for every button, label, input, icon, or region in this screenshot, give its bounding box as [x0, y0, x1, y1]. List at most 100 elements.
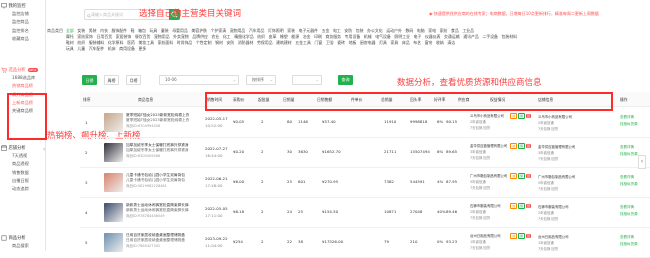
- category-item[interactable]: 照明工业: [394, 34, 410, 39]
- sidebar-head-goods[interactable]: 商品分析: [1, 234, 45, 242]
- category-item[interactable]: 品牌供应: [192, 34, 208, 39]
- category-item[interactable]: 纺织: [257, 34, 265, 39]
- category-item[interactable]: 玩具: [66, 46, 74, 51]
- category-item[interactable]: 劳保用品: [257, 40, 273, 45]
- category-item[interactable]: 商用设备: [119, 46, 135, 51]
- category-item[interactable]: 宠物用品: [154, 34, 170, 39]
- extra-select[interactable]: ⌄: [292, 75, 322, 85]
- view-detail-link[interactable]: 查看详情: [620, 175, 634, 180]
- category-item[interactable]: 时尚饰品: [177, 40, 193, 45]
- category-item[interactable]: 机床: [108, 46, 116, 51]
- date-select[interactable]: 10-06 ⌄: [159, 75, 239, 85]
- category-item[interactable]: 纺织: [77, 40, 85, 45]
- product-image[interactable]: [104, 113, 123, 132]
- category-item[interactable]: 更多: [138, 46, 146, 51]
- tab-daily[interactable]: 日榜: [82, 75, 97, 85]
- category-item[interactable]: 精细化学品: [234, 34, 253, 39]
- category-item[interactable]: 数码: [405, 28, 413, 33]
- sidebar-item-sales-data[interactable]: 销售数据: [1, 169, 45, 177]
- category-item[interactable]: 宠物用品: [230, 28, 246, 33]
- category-item[interactable]: 摩托: [66, 34, 74, 39]
- category-item[interactable]: 女装: [77, 28, 85, 33]
- category-item[interactable]: 灯具: [379, 40, 387, 45]
- category-item[interactable]: 电子: [414, 34, 422, 39]
- category-item[interactable]: 个性定制: [196, 40, 212, 45]
- category-item[interactable]: 家纺: [440, 28, 448, 33]
- supplier-name[interactable]: 金华供应链管理有限公司: [470, 143, 507, 148]
- view-detail-link[interactable]: 查看详情: [620, 145, 634, 150]
- chevron-left-icon[interactable]: ‹: [638, 155, 646, 169]
- category-item[interactable]: 家电: [428, 28, 436, 33]
- tab-monthly[interactable]: 月榜: [126, 75, 141, 85]
- category-item[interactable]: 家装: [287, 28, 295, 33]
- category-item[interactable]: 商务服务: [326, 34, 342, 39]
- sort-select[interactable]: 按排序 ⌄: [246, 75, 276, 85]
- category-item[interactable]: 仪器仪表: [425, 34, 441, 39]
- category-item[interactable]: 工业品: [462, 28, 474, 33]
- category-item[interactable]: 办公文化: [367, 28, 383, 33]
- category-item[interactable]: 男装: [89, 28, 97, 33]
- category-item[interactable]: 包装: [356, 28, 364, 33]
- category-item[interactable]: 美妆工具: [138, 40, 154, 45]
- shop-name[interactable]: 石狮市服装有限公司: [538, 204, 569, 209]
- view-detail-link[interactable]: 查看详情: [620, 205, 634, 210]
- category-item[interactable]: 专用设备: [345, 34, 361, 39]
- category-item[interactable]: 二手设备: [482, 34, 498, 39]
- shop-name[interactable]: 台州日用品有限公司: [538, 234, 569, 239]
- category-item[interactable]: 美容护肤: [191, 28, 207, 33]
- category-item[interactable]: 通讯产品: [463, 34, 479, 39]
- category-item[interactable]: 五金工具: [295, 40, 311, 45]
- sidebar-item-monitor-goods[interactable]: 监控商品: [1, 18, 45, 26]
- category-item[interactable]: 家纺面料: [158, 40, 174, 45]
- category-item[interactable]: 母婴用品: [172, 28, 188, 33]
- category-item[interactable]: 卫浴: [326, 40, 334, 45]
- category-item[interactable]: 箱包: [138, 28, 146, 33]
- category-item[interactable]: 消防器材: [238, 40, 254, 45]
- category-item[interactable]: 清洁: [447, 40, 455, 45]
- find-similar-link[interactable]: 找相似货源: [620, 152, 638, 157]
- find-similar-link[interactable]: 找相似货源: [620, 242, 638, 247]
- view-detail-link[interactable]: 查看详情: [620, 235, 634, 240]
- table-row[interactable]: 2 加厚加绒冬季女士保暖打底裤外穿紧身 加厚加绒冬季女士保暖打底裤外穿紧身 商品ID:…: [80, 139, 650, 168]
- sidebar-head-monitor[interactable]: 我的监控: [1, 2, 45, 10]
- table-row[interactable]: 5 日用百货家居收纳盒桌面整理储物盒 日用百货家居收纳盒桌面整理储物盒 商品ID:76…: [80, 229, 650, 258]
- category-item[interactable]: 包装材料: [502, 34, 518, 39]
- category-item[interactable]: 冶金: [303, 34, 311, 39]
- tab-weekly[interactable]: 周榜: [104, 75, 119, 85]
- query-button[interactable]: 查询: [338, 75, 353, 85]
- category-item[interactable]: 地板: [349, 40, 357, 45]
- category-item[interactable]: 鞋: [131, 28, 135, 33]
- category-item[interactable]: 厨房电器: [360, 40, 376, 45]
- category-item[interactable]: 食品: [451, 28, 459, 33]
- category-item[interactable]: 印刷: [314, 34, 322, 39]
- sidebar-head-shop[interactable]: 店铺分析: [0, 144, 45, 152]
- category-item[interactable]: 外卖宠物: [173, 34, 189, 39]
- category-item[interactable]: 建筑建材: [276, 40, 292, 45]
- sidebar-item-monitor-rank[interactable]: 监控排名: [1, 27, 45, 35]
- category-item[interactable]: 化学原料: [108, 40, 124, 45]
- category-item[interactable]: 家具: [390, 40, 398, 45]
- category-item[interactable]: 儿童: [77, 46, 85, 51]
- category-item[interactable]: 能源: [291, 34, 299, 39]
- sidebar-item-monitor-shop[interactable]: 监控店铺: [1, 10, 45, 18]
- supplier-name[interactable]: 石狮市服装有限公司: [470, 203, 501, 208]
- category-item[interactable]: 安防: [344, 28, 352, 33]
- category-item[interactable]: 汽车配件: [89, 46, 105, 51]
- category-item[interactable]: 运动户外: [386, 28, 402, 33]
- category-item[interactable]: 电气设备: [375, 34, 391, 39]
- category-item[interactable]: 家居装饰: [116, 34, 132, 39]
- category-item[interactable]: 全部: [66, 28, 74, 33]
- shop-name[interactable]: 金华供应链管理有限公司: [538, 144, 575, 149]
- sidebar-item-live-daily[interactable]: 自播日报: [1, 177, 45, 185]
- category-item[interactable]: 五金: [322, 28, 330, 33]
- category-item[interactable]: 电子元器件: [299, 28, 318, 33]
- category-item[interactable]: 汽车用品: [249, 28, 265, 33]
- sidebar-item-goods-search[interactable]: 商品搜索: [1, 242, 45, 250]
- category-item[interactable]: 服饰配件: [112, 28, 128, 33]
- category-item[interactable]: 鞋材: [66, 40, 74, 45]
- shop-name[interactable]: 义乌市小商品有限公司: [538, 114, 572, 119]
- product-image[interactable]: [104, 233, 123, 252]
- category-item[interactable]: 窗帘: [425, 40, 433, 45]
- collapse-sidebar-icon[interactable]: ‹: [43, 146, 45, 153]
- category-item[interactable]: 收纳: [436, 40, 444, 45]
